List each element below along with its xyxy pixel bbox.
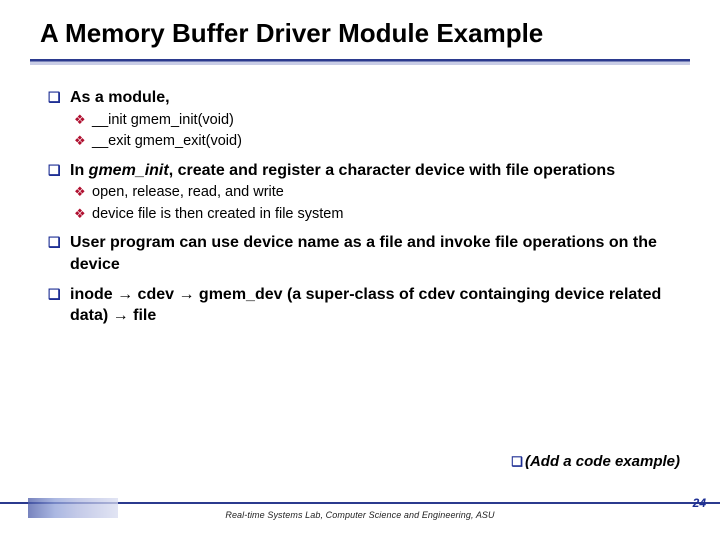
diamond-bullet-icon: ❖ — [74, 132, 92, 152]
bullet-text: In gmem_init, create and register a char… — [70, 160, 690, 182]
slide: A Memory Buffer Driver Module Example ❑ … — [0, 0, 720, 540]
square-bullet-icon: ❑ — [48, 87, 70, 109]
add-code-note: ❑(Add a code example) — [511, 453, 680, 470]
subbullet-init: ❖ __init gmem_init(void) — [74, 111, 690, 131]
bullet-text: User program can use device name as a fi… — [70, 232, 690, 275]
subbullet-ops: ❖ open, release, read, and write — [74, 183, 690, 203]
chain-m1: cdev — [133, 286, 178, 303]
bullet-text: inode → cdev → gmem_dev (a super-class o… — [70, 284, 690, 327]
arrow-icon: → — [178, 286, 194, 303]
slide-title: A Memory Buffer Driver Module Example — [0, 0, 720, 55]
subbullet-devfile: ❖ device file is then created in file sy… — [74, 205, 690, 225]
arrow-icon: → — [117, 286, 133, 303]
square-bullet-icon: ❑ — [48, 232, 70, 275]
subbullet-text: __exit gmem_exit(void) — [92, 132, 690, 152]
subbullet-text: open, release, read, and write — [92, 183, 690, 203]
diamond-bullet-icon: ❖ — [74, 183, 92, 203]
note-text: (Add a code example) — [525, 453, 680, 470]
subbullet-text: __init gmem_init(void) — [92, 111, 690, 131]
subbullet-text: device file is then created in file syst… — [92, 205, 690, 225]
square-bullet-icon: ❑ — [48, 284, 70, 327]
square-bullet-icon: ❑ — [511, 454, 523, 469]
bullet-text: As a module, — [70, 87, 690, 109]
diamond-bullet-icon: ❖ — [74, 205, 92, 225]
arrow-icon: → — [113, 307, 129, 324]
chain-pre: inode — [70, 286, 117, 303]
text-emph: gmem_init — [89, 162, 169, 179]
chain-post: file — [129, 307, 157, 324]
bullet-user-program: ❑ User program can use device name as a … — [48, 232, 690, 275]
slide-content: ❑ As a module, ❖ __init gmem_init(void) … — [0, 65, 720, 327]
text-post: , create and register a character device… — [169, 162, 615, 179]
footer-text: Real-time Systems Lab, Computer Science … — [0, 510, 720, 520]
square-bullet-icon: ❑ — [48, 160, 70, 182]
bullet-gmem-init: ❑ In gmem_init, create and register a ch… — [48, 160, 690, 182]
bullet-as-module: ❑ As a module, — [48, 87, 690, 109]
subbullet-exit: ❖ __exit gmem_exit(void) — [74, 132, 690, 152]
page-number: 24 — [693, 496, 706, 510]
bullet-inode-chain: ❑ inode → cdev → gmem_dev (a super-class… — [48, 284, 690, 327]
diamond-bullet-icon: ❖ — [74, 111, 92, 131]
text-pre: In — [70, 162, 89, 179]
